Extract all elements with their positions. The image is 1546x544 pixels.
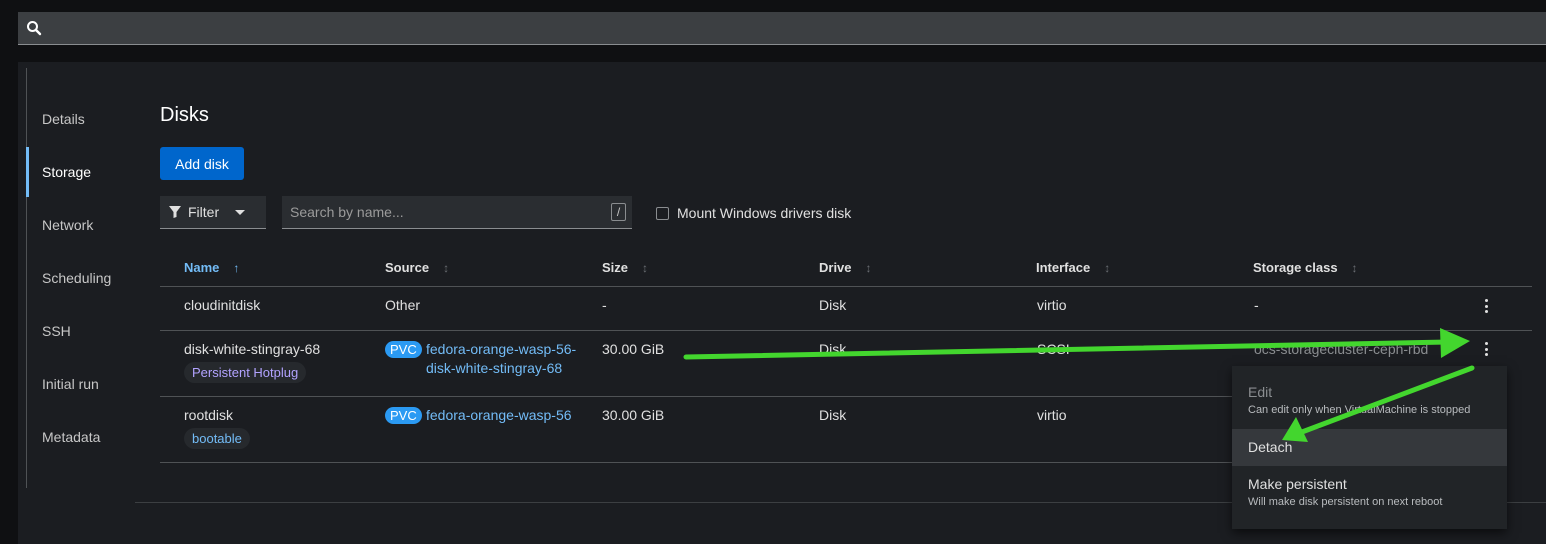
arrow-to-kebab-icon xyxy=(683,328,1470,360)
arrow-to-detach-icon xyxy=(1282,365,1475,442)
annotation-arrows xyxy=(683,328,1475,442)
